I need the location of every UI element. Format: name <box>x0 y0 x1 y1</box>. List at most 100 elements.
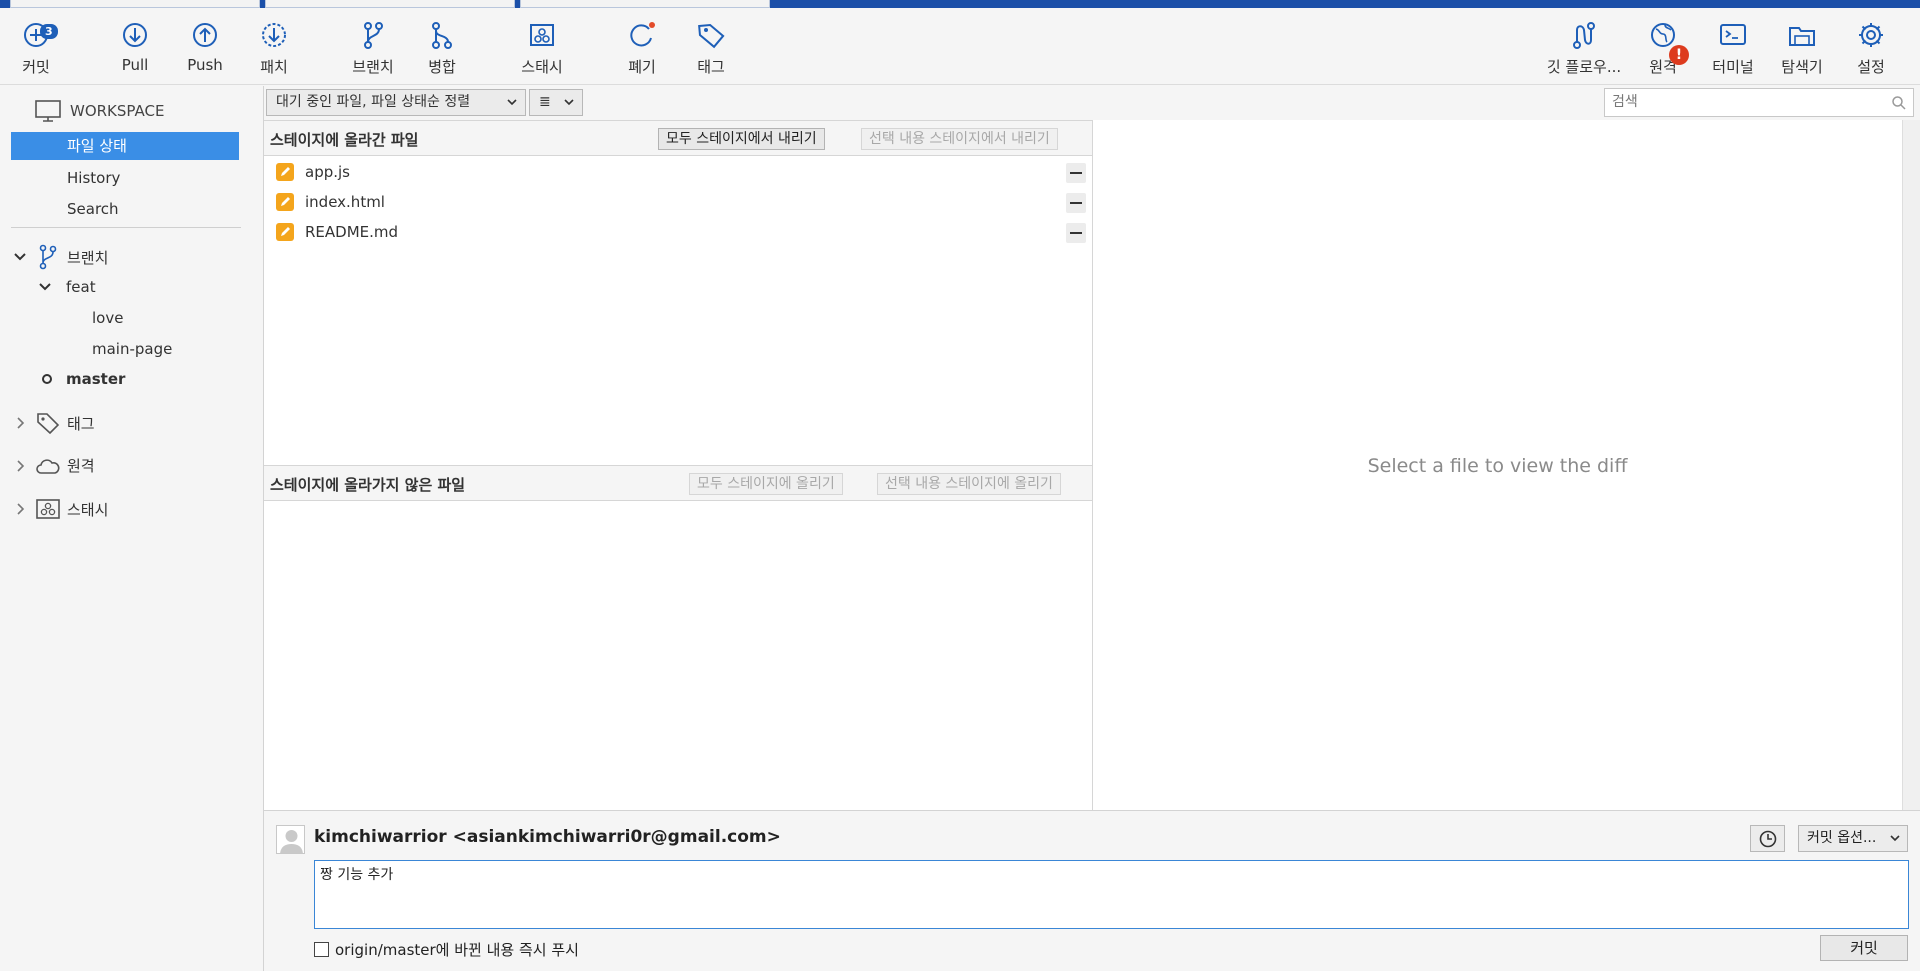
user-silhouette-icon <box>280 830 303 853</box>
branches-group[interactable]: 브랜치 <box>13 244 108 270</box>
staged-file-row[interactable]: app.js <box>264 158 1092 186</box>
search-icon <box>1892 96 1906 110</box>
document-tab-strip <box>0 0 1920 8</box>
branch-item-main-page[interactable]: main-page <box>92 340 172 358</box>
unstage-file-button[interactable] <box>1066 163 1086 183</box>
remotes-group[interactable]: 원격 <box>13 455 95 476</box>
stash-box-icon <box>36 499 60 519</box>
remote-button[interactable]: ! 원격 <box>1625 20 1701 77</box>
patch-button[interactable]: 패치 <box>236 20 312 77</box>
explorer-button[interactable]: 탐색기 <box>1764 20 1840 77</box>
stage-all-button[interactable]: 모두 스테이지에 올리기 <box>689 473 843 495</box>
modified-file-icon <box>276 163 294 181</box>
stage-selected-button[interactable]: 선택 내용 스테이지에 올리기 <box>877 473 1061 495</box>
patch-icon <box>262 23 286 47</box>
commit-message-text: 짱 기능 추가 <box>320 867 394 883</box>
pull-label: Pull <box>121 56 149 74</box>
chevron-down-icon <box>14 253 26 261</box>
settings-button[interactable]: 설정 <box>1833 20 1909 77</box>
terminal-label: 터미널 <box>1712 58 1754 76</box>
document-tab-2[interactable] <box>265 0 515 8</box>
commit-options-dropdown[interactable]: 커밋 옵션... <box>1798 825 1908 852</box>
monitor-icon <box>35 100 61 122</box>
push-label: Push <box>187 56 223 74</box>
chevron-down-icon <box>563 90 575 124</box>
branch-button[interactable]: 브랜치 <box>335 20 411 77</box>
commit-count-badge: 3 <box>40 24 58 39</box>
terminal-icon <box>1720 24 1746 45</box>
push-immediately-option[interactable]: origin/master에 바뀐 내용 즉시 푸시 <box>314 939 579 960</box>
main-toolbar: 3 커밋 Pull Push 패치 브랜치 병합 스태시 폐기 태그 깃 플로우… <box>0 8 1920 85</box>
chevron-right-icon <box>17 503 25 515</box>
branch-folder-feat[interactable]: feat <box>38 278 96 296</box>
gear-icon <box>1859 23 1883 47</box>
merge-label: 병합 <box>428 58 456 76</box>
terminal-button[interactable]: 터미널 <box>1695 20 1771 77</box>
commit-author: kimchiwarrior <asiankimchiwarri0r@gmail.… <box>314 827 781 847</box>
unstage-file-button[interactable] <box>1066 223 1086 243</box>
unstage-selected-button[interactable]: 선택 내용 스테이지에서 내리기 <box>861 128 1058 150</box>
branch-item-master[interactable]: master <box>41 370 125 388</box>
push-immediately-checkbox[interactable] <box>314 942 329 957</box>
stash-box-icon <box>530 24 554 46</box>
unstage-all-button[interactable]: 모두 스테이지에서 내리기 <box>658 128 825 150</box>
diff-placeholder: Select a file to view the diff <box>1367 455 1628 477</box>
stashes-group[interactable]: 스태시 <box>13 498 108 520</box>
git-flow-button[interactable]: 깃 플로우... <box>1546 20 1622 77</box>
push-arrow-icon <box>193 23 217 47</box>
pull-arrow-icon <box>123 23 147 47</box>
unstage-file-button[interactable] <box>1066 193 1086 213</box>
commit-button[interactable]: 3 커밋 <box>0 20 74 77</box>
settings-label: 설정 <box>1857 58 1885 76</box>
sidebar-item-search[interactable]: Search <box>11 195 239 223</box>
discard-label: 폐기 <box>628 58 656 76</box>
document-tab-1[interactable] <box>10 0 260 8</box>
stash-label: 스태시 <box>521 58 563 76</box>
sidebar-item-history[interactable]: History <box>11 164 239 192</box>
document-tab-3[interactable] <box>520 0 770 8</box>
branch-folder-label: feat <box>66 278 96 296</box>
merge-button[interactable]: 병합 <box>404 20 480 77</box>
push-button[interactable]: Push <box>167 20 243 74</box>
staged-file-row[interactable]: index.html <box>264 188 1092 216</box>
sidebar-divider <box>11 227 241 228</box>
tags-group[interactable]: 태그 <box>13 410 95 436</box>
chevron-right-icon <box>17 459 25 472</box>
patch-label: 패치 <box>260 58 288 76</box>
pull-button[interactable]: Pull <box>97 20 173 74</box>
stash-button[interactable]: 스태시 <box>504 20 580 77</box>
branch-label: main-page <box>92 340 173 358</box>
branch-icon <box>39 244 57 270</box>
staged-files-list: app.js index.html README.md <box>264 156 1092 465</box>
git-flow-icon <box>1573 22 1595 49</box>
chevron-down-icon <box>1890 835 1900 842</box>
modified-file-icon <box>276 193 294 211</box>
branch-label: love <box>92 309 124 327</box>
folder-icon <box>1789 27 1815 46</box>
remote-alert-icon: ! <box>1669 45 1689 65</box>
avatar <box>276 825 305 854</box>
diff-scrollbar[interactable] <box>1902 120 1920 810</box>
commit-history-button[interactable] <box>1750 825 1785 852</box>
tags-label: 태그 <box>67 414 95 433</box>
tag-button[interactable]: 태그 <box>673 20 749 77</box>
diff-viewer: Select a file to view the diff <box>1092 120 1902 810</box>
sidebar-item-file-status[interactable]: 파일 상태 <box>11 132 239 160</box>
discard-icon <box>630 22 655 47</box>
branch-label: master <box>66 370 126 388</box>
sort-dropdown[interactable]: 대기 중인 파일, 파일 상태순 정렬 <box>266 89 526 116</box>
search-input[interactable]: 검색 <box>1604 88 1914 117</box>
commit-options-label: 커밋 옵션... <box>1807 830 1877 846</box>
branch-item-love[interactable]: love <box>92 309 123 327</box>
modified-file-icon <box>276 223 294 241</box>
staged-file-row[interactable]: README.md <box>264 218 1092 246</box>
commit-submit-button[interactable]: 커밋 <box>1820 935 1908 961</box>
branch-icon <box>364 22 383 49</box>
view-mode-dropdown[interactable]: ≣ <box>529 89 583 116</box>
search-placeholder: 검색 <box>1612 94 1638 110</box>
commit-message-input[interactable]: 짱 기능 추가 <box>314 860 1909 929</box>
merge-icon <box>432 22 452 49</box>
unstaged-files-title: 스테이지에 올라가지 않은 파일 <box>270 476 466 494</box>
tag-icon <box>698 24 725 49</box>
discard-button[interactable]: 폐기 <box>604 20 680 77</box>
